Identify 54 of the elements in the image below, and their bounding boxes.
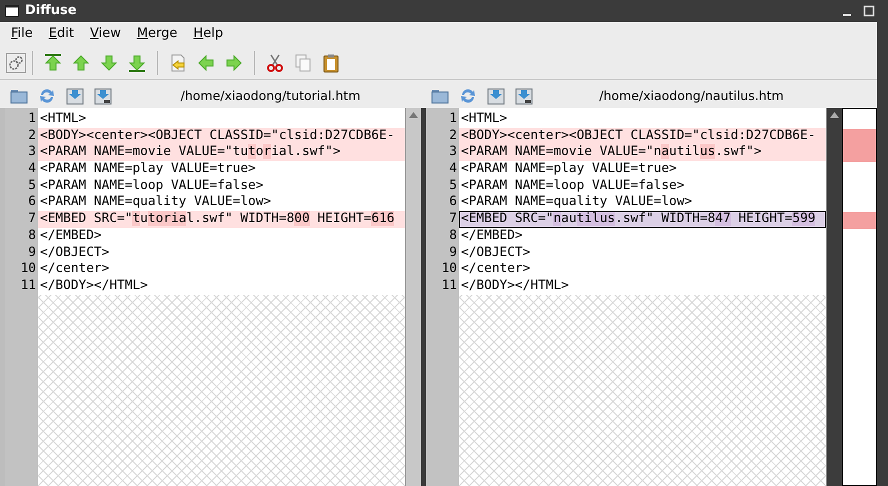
line-number: 8 [448,228,458,244]
line-number: 7 [27,211,37,228]
first-difference-icon[interactable] [43,52,63,72]
copy-right-icon[interactable] [224,52,244,72]
menu-item[interactable]: View [82,24,129,44]
line-number: 5 [448,178,458,194]
line-number: 1 [27,111,37,128]
window-icon [5,5,19,17]
line-number: 7 [448,211,458,228]
scroll-up-icon[interactable] [409,112,418,118]
save-icon[interactable] [487,87,505,105]
line-number: 3 [448,144,458,162]
next-difference-icon[interactable] [99,52,119,72]
paste-icon[interactable] [321,52,341,72]
file-path: /home/xiaodong/nautilus.htm [598,86,785,105]
save-as-icon[interactable] [94,87,112,105]
line-number: 9 [448,244,458,262]
last-difference-icon[interactable] [127,52,147,72]
line-number: 3 [27,144,37,162]
save-icon[interactable] [66,87,84,105]
line-number: 11 [440,278,458,295]
cut-icon[interactable] [265,52,285,72]
line-number: 9 [27,244,37,262]
scrollbar[interactable] [405,108,421,486]
menu-item[interactable]: File [3,24,41,44]
preferences-icon[interactable] [6,52,26,72]
menu-item[interactable]: Merge [128,24,186,44]
scroll-up-icon[interactable] [830,112,839,118]
line-number: 8 [27,228,37,244]
menu-item[interactable]: Help [185,24,232,44]
open-folder-icon[interactable] [431,88,449,104]
line-number: 5 [27,178,37,194]
line-number: 11 [20,278,37,295]
line-number: 10 [20,261,37,278]
line-number: 1 [448,111,458,128]
menu-item[interactable]: Edit [40,24,82,44]
difference-overview-map[interactable] [842,108,877,486]
file-path: /home/xiaodong/tutorial.htm [180,86,362,105]
line-number: 6 [448,194,458,212]
reload-icon[interactable] [38,87,56,105]
line-number: 10 [440,261,458,278]
line-number: 2 [27,128,37,144]
copy-left-icon[interactable] [196,52,216,72]
save-as-icon[interactable] [515,87,533,105]
reload-icon[interactable] [459,87,477,105]
scrollbar[interactable] [826,108,842,486]
previous-difference-icon[interactable] [71,52,91,72]
maximize-icon[interactable] [863,5,875,17]
open-folder-icon[interactable] [10,88,28,104]
window-title: Diffuse [25,2,77,20]
line-number: 2 [448,128,458,144]
line-number: 4 [27,161,37,178]
line-number: 4 [448,161,458,178]
line-number: 6 [27,194,37,212]
